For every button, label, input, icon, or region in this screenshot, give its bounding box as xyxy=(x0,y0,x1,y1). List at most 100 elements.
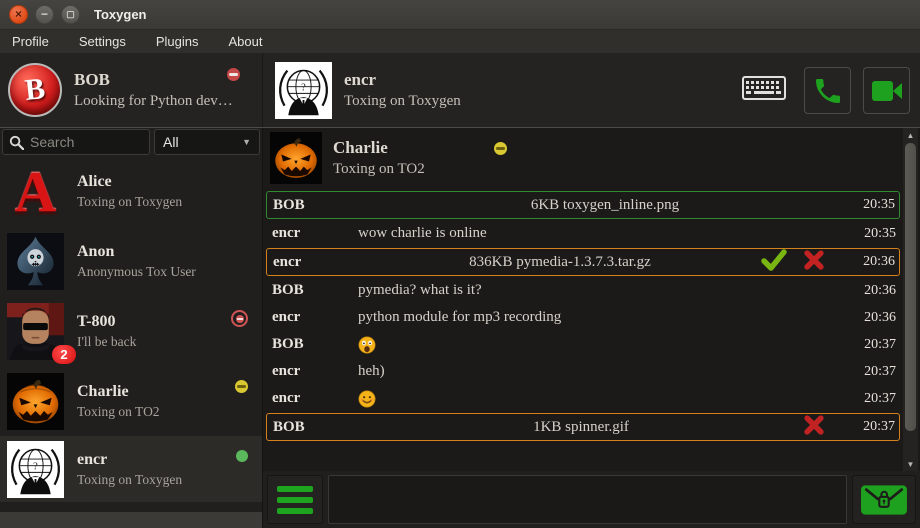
send-message-button[interactable] xyxy=(852,475,916,524)
active-chat-name: encr xyxy=(344,70,461,90)
contact-item-charlie[interactable]: Charlie Toxing on TO2 xyxy=(0,366,262,436)
message-sender: encr xyxy=(272,225,358,242)
message-text: encr wow charlie is online 20:35 xyxy=(266,220,900,247)
message-file-transfer[interactable]: BOB 1KB spinner.gif 20:37 xyxy=(266,413,900,441)
contact-filter-dropdown[interactable]: All ▼ xyxy=(154,129,260,155)
status-away-icon xyxy=(494,142,507,155)
chevron-down-icon: ▼ xyxy=(242,137,251,147)
message-time: 20:37 xyxy=(851,419,895,435)
chat-contact-card-charlie[interactable]: Charlie Toxing on TO2 xyxy=(266,130,900,186)
search-input[interactable]: Search xyxy=(2,129,150,155)
self-avatar: B xyxy=(8,63,62,117)
message-time: 20:36 xyxy=(852,283,896,299)
contact-status-message: Toxing on Toxygen xyxy=(77,194,182,210)
message-time: 20:35 xyxy=(852,226,896,242)
menu-settings[interactable]: Settings xyxy=(79,34,126,49)
top-panel: B BOB Looking for Python dev… xyxy=(0,53,920,128)
anon-avatar xyxy=(7,233,64,290)
contact-status-message: Anonymous Tox User xyxy=(77,264,196,280)
screen-keyboard-icon[interactable] xyxy=(742,75,786,106)
message-body: heh) xyxy=(358,363,852,380)
accept-file-icon[interactable] xyxy=(761,249,787,276)
contact-name: Anon xyxy=(77,243,196,261)
contact-name: encr xyxy=(77,451,182,469)
message-text: encr python module for mp3 recording 20:… xyxy=(266,304,900,331)
message-body: wow charlie is online xyxy=(358,225,852,242)
titlebar: × − ▢ Toxygen xyxy=(0,0,920,30)
window-title: Toxygen xyxy=(94,7,147,22)
message-time: 20:35 xyxy=(851,197,895,213)
message-text: encr heh) 20:37 xyxy=(266,358,900,385)
message-body: pymedia? what is it? xyxy=(358,282,852,299)
svg-text:?: ? xyxy=(301,82,306,93)
active-chat-header: ? encr Toxing on Toxygen xyxy=(275,53,461,127)
status-busy-icon xyxy=(231,310,248,327)
maximize-icon[interactable]: ▢ xyxy=(61,5,80,24)
scroll-up-icon[interactable]: ▲ xyxy=(907,128,915,142)
message-scrollbar[interactable]: ▲ ▼ xyxy=(903,128,918,471)
active-chat-status-message: Toxing on Toxygen xyxy=(344,93,461,110)
chat-column: Charlie Toxing on TO2 BOB 6KB toxygen_in… xyxy=(263,128,920,528)
close-icon[interactable]: × xyxy=(9,5,28,24)
charlie-avatar xyxy=(7,373,64,430)
message-file-transfer[interactable]: BOB 6KB toxygen_inline.png 20:35 xyxy=(266,191,900,219)
message-input[interactable] xyxy=(328,475,847,524)
message-sender: encr xyxy=(273,254,359,271)
message-sender: BOB xyxy=(273,197,359,214)
hamburger-icon xyxy=(277,486,313,492)
audio-call-button[interactable] xyxy=(804,67,851,114)
menu-plugins[interactable]: Plugins xyxy=(156,34,199,49)
contact-item-encr[interactable]: ? encr Toxing on Toxygen xyxy=(0,436,262,502)
encrypted-send-icon xyxy=(860,482,908,518)
contact-item-anon[interactable]: Anon Anonymous Tox User xyxy=(0,226,262,296)
minimize-icon[interactable]: − xyxy=(35,5,54,24)
message-sender: BOB xyxy=(273,419,359,436)
message-sender: BOB xyxy=(272,336,358,353)
message-body: python module for mp3 recording xyxy=(358,309,852,326)
menubar: Profile Settings Plugins About xyxy=(0,30,920,53)
message-sender: encr xyxy=(272,309,358,326)
unread-badge: 2 xyxy=(52,345,76,364)
scroll-down-icon[interactable]: ▼ xyxy=(907,457,915,471)
attachments-menu-button[interactable] xyxy=(267,475,323,524)
svg-text:?: ? xyxy=(33,461,38,472)
message-file-transfer[interactable]: encr 836KB pymedia-1.3.7.3.tar.gz 20:36 xyxy=(266,248,900,276)
chat-contact-name: Charlie xyxy=(333,138,425,158)
message-sender: encr xyxy=(272,363,358,380)
message-emoji: BOB 20:37 xyxy=(266,331,900,358)
decline-file-icon[interactable] xyxy=(803,249,825,276)
contact-status-message: Toxing on Toxygen xyxy=(77,472,182,488)
alice-avatar: A xyxy=(7,163,64,220)
video-call-button[interactable] xyxy=(863,67,910,114)
message-sender: BOB xyxy=(272,282,358,299)
self-profile[interactable]: B BOB Looking for Python dev… xyxy=(0,53,263,127)
contact-item-t800[interactable]: T-800 I'll be back 2 xyxy=(0,296,262,366)
composer-bar xyxy=(263,471,920,528)
contact-sidebar: Search All ▼ A Alice Toxing on Toxygen xyxy=(0,128,263,528)
self-status-message: Looking for Python dev… xyxy=(74,93,233,110)
smile-smiley-icon xyxy=(358,390,376,408)
contact-name: T-800 xyxy=(77,313,136,331)
message-time: 20:37 xyxy=(852,391,896,407)
decline-file-icon[interactable] xyxy=(803,414,825,441)
video-camera-icon xyxy=(870,78,904,104)
scrollbar-thumb[interactable] xyxy=(905,143,916,431)
menu-profile[interactable]: Profile xyxy=(12,34,49,49)
file-name: 836KB pymedia-1.3.7.3.tar.gz xyxy=(359,254,761,271)
toxygen-window: × − ▢ Toxygen Profile Settings Plugins A… xyxy=(0,0,920,528)
file-name: 6KB toxygen_inline.png xyxy=(359,197,851,214)
self-busy-status-icon xyxy=(227,68,240,81)
call-toolbar xyxy=(742,53,910,128)
search-icon xyxy=(9,135,24,150)
message-time: 20:36 xyxy=(852,310,896,326)
phone-icon xyxy=(812,75,844,107)
status-online-icon xyxy=(236,450,248,462)
shocked-smiley-icon xyxy=(358,336,376,354)
menu-about[interactable]: About xyxy=(228,34,262,49)
file-name: 1KB spinner.gif xyxy=(359,419,803,436)
message-time: 20:37 xyxy=(852,337,896,353)
sidebar-bottom-strip xyxy=(0,512,262,528)
message-time: 20:36 xyxy=(851,254,895,270)
contact-item-alice[interactable]: A Alice Toxing on Toxygen xyxy=(0,156,262,226)
contact-status-message: I'll be back xyxy=(77,334,136,350)
